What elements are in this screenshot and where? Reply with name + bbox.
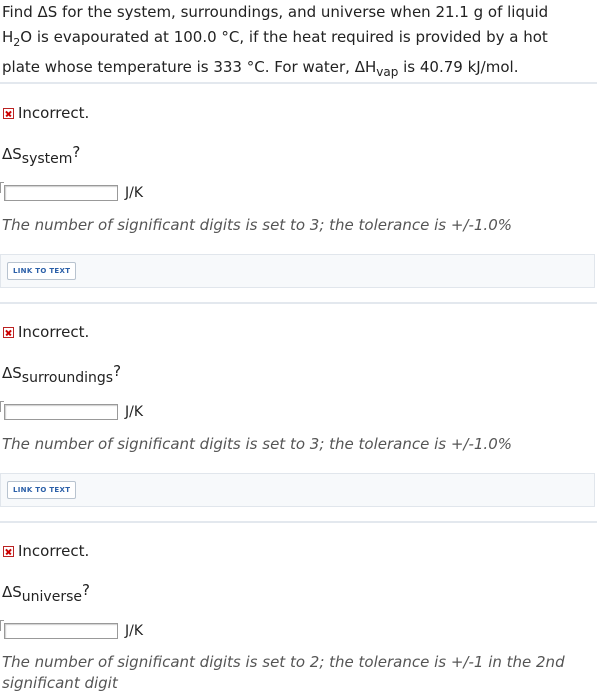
question-line-2: H2O is evapourated at 100.0 °C, if the h…	[2, 28, 548, 49]
divider	[0, 82, 597, 84]
answer-input-universe[interactable]	[4, 623, 118, 639]
prompt-delta-s-system: ΔSsystem?	[2, 143, 81, 167]
field-handle	[0, 182, 4, 193]
prompt-delta-s-universe: ΔSuniverse?	[2, 581, 90, 605]
question-text: Find ΔS for the system, surroundings, an…	[2, 0, 592, 85]
link-to-text-button[interactable]: LINK TO TEXT	[7, 481, 77, 499]
divider	[0, 302, 597, 304]
prompt-delta-s-surroundings: ΔSsurroundings?	[2, 362, 122, 386]
unit-label: J/K	[125, 404, 144, 420]
field-handle	[0, 401, 4, 412]
link-to-text-button[interactable]: LINK TO TEXT	[7, 262, 77, 280]
answer-input-surroundings[interactable]	[4, 404, 118, 420]
answer-row-system: J/K	[0, 182, 144, 201]
incorrect-x-icon	[3, 545, 14, 557]
link-box: LINK TO TEXT	[0, 254, 595, 288]
answer-input-system[interactable]	[4, 185, 118, 201]
incorrect-x-icon	[3, 107, 14, 119]
tolerance-note: The number of significant digits is set …	[2, 435, 512, 453]
status-incorrect: Incorrect.	[3, 542, 89, 560]
answer-row-surroundings: J/K	[0, 401, 144, 420]
question-line-3: plate whose temperature is 333 °C. For w…	[2, 58, 519, 79]
tolerance-note: The number of significant digits is set …	[2, 216, 512, 234]
link-box: LINK TO TEXT	[0, 473, 595, 507]
status-incorrect: Incorrect.	[3, 323, 89, 341]
status-incorrect: Incorrect.	[3, 104, 89, 122]
unit-label: J/K	[125, 623, 144, 639]
unit-label: J/K	[125, 185, 144, 201]
answer-row-universe: J/K	[0, 620, 144, 639]
tolerance-note: The number of significant digits is set …	[2, 653, 565, 692]
question-line-1: Find ΔS for the system, surroundings, an…	[2, 3, 549, 21]
field-handle	[0, 620, 4, 631]
divider	[0, 521, 597, 523]
incorrect-x-icon	[3, 326, 14, 338]
